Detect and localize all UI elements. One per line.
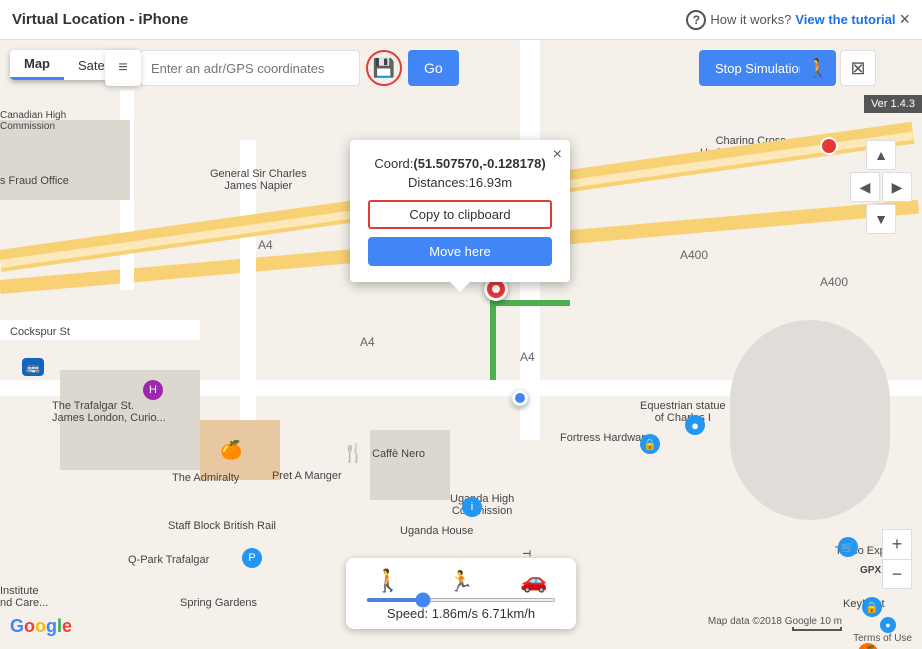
zoom-controls: + − <box>882 529 912 589</box>
a4-label-1: A4 <box>258 238 273 252</box>
info-icon-1: i <box>462 497 482 517</box>
coordinate-input[interactable] <box>140 50 360 86</box>
speed-icons: 🚶 🏃 🚗 <box>366 568 556 594</box>
go-button[interactable]: Go <box>408 50 459 86</box>
zoom-out-button[interactable]: − <box>882 559 912 589</box>
nav-arrows: ▲ ◀ ▶ ▼ <box>850 140 912 234</box>
version-badge: Ver 1.4.3 <box>864 95 922 113</box>
zoom-in-button[interactable]: + <box>882 529 912 559</box>
shopping-icon: 🛒 <box>838 537 858 557</box>
view-tutorial-link[interactable]: View the tutorial <box>795 12 895 27</box>
popup-distance: Distances:16.93m <box>368 175 552 190</box>
parking-icon-1: P <box>242 548 262 568</box>
pin-blue-1 <box>510 388 530 408</box>
run-icon: 🏃 <box>449 569 474 594</box>
a400-label-2: A400 <box>820 275 848 289</box>
copy-to-clipboard-button[interactable]: Copy to clipboard <box>368 200 552 229</box>
uganda-label: Uganda HighCommission <box>450 493 514 517</box>
tube-icon <box>820 137 838 155</box>
staff-block-label: Staff Block British Rail <box>168 520 276 532</box>
qpark-label: Q-Park Trafalgar <box>128 554 209 566</box>
car-icon: 🚗 <box>520 568 547 594</box>
popup-arrow <box>450 282 470 292</box>
map-action-buttons: 🚶 ⊠ <box>800 50 876 86</box>
scale-line <box>792 627 842 631</box>
save-button[interactable]: 💾 <box>366 50 402 86</box>
general-napier-label: General Sir CharlesJames Napier <box>210 168 307 192</box>
lock-icon: 🔒 <box>862 597 882 617</box>
move-here-button[interactable]: Move here <box>368 237 552 266</box>
map-area[interactable]: A4 A4 A4 A400 A400 Charing CrossUndergro… <box>0 40 922 649</box>
gpx-label: GPX <box>860 565 881 576</box>
speed-slider-row <box>366 598 556 602</box>
walk-icon: 🚶 <box>374 568 401 594</box>
street-view-button[interactable]: 🚶 <box>800 50 836 86</box>
layers-icon: ≡ <box>118 59 127 77</box>
title-bar: Virtual Location - iPhone ? How it works… <box>0 0 922 40</box>
fortress-label: Fortress Hardware <box>560 432 651 444</box>
help-icon: ? <box>686 10 706 30</box>
scale-bar: Map data ©2018 Google 10 m <box>708 616 842 631</box>
equestrian-label: Equestrian statueof Charles I <box>640 400 726 424</box>
terms-link[interactable]: Terms of Use <box>853 633 912 644</box>
a4-label-2: A4 <box>360 335 375 349</box>
help-section: ? How it works? View the tutorial × <box>686 9 910 30</box>
food-icon-1: 🍊 <box>220 440 242 461</box>
blue-pin-2: ● <box>685 415 705 435</box>
google-logo: Google <box>10 616 72 637</box>
food-icon-2: 🍴 <box>342 443 364 464</box>
fortress-icon: 🔒 <box>640 434 660 454</box>
speed-slider[interactable] <box>366 598 556 602</box>
search-bar: 💾 Go <box>140 50 459 86</box>
nav-up-arrow[interactable]: ▲ <box>866 140 896 170</box>
a400-label-1: A400 <box>680 248 708 262</box>
save-icon: 💾 <box>373 58 395 79</box>
hotel-icon: H <box>143 380 163 400</box>
institute-label: Institutend Care... <box>0 585 48 609</box>
small-pin: ● <box>880 617 896 633</box>
info-popup: × Coord:(51.507570,-0.128178) Distances:… <box>350 140 570 282</box>
map-tab[interactable]: Map <box>10 50 64 80</box>
layers-menu-btn[interactable]: ≡ <box>105 50 141 86</box>
uganda-house-label: Uganda House <box>400 525 473 537</box>
scale-text: Map data ©2018 Google 10 m <box>708 616 842 627</box>
speed-bar: 🚶 🏃 🚗 Speed: 1.86m/s 6.71km/h <box>346 558 576 629</box>
popup-close-button[interactable]: × <box>553 146 562 164</box>
pret-label: Pret A Manger <box>272 470 342 482</box>
nav-left-arrow[interactable]: ◀ <box>850 172 880 202</box>
close-button[interactable]: × <box>899 9 910 30</box>
app-title: Virtual Location - iPhone <box>12 11 188 28</box>
spring-gardens-label: Spring Gardens <box>180 597 257 609</box>
share-button[interactable]: ⊠ <box>840 50 876 86</box>
bus-icon: 🚌 <box>22 358 44 376</box>
nav-down-arrow[interactable]: ▼ <box>866 204 896 234</box>
nav-right-arrow[interactable]: ▶ <box>882 172 912 202</box>
popup-coord: Coord:(51.507570,-0.128178) <box>368 156 552 171</box>
speed-text: Speed: 1.86m/s 6.71km/h <box>387 606 535 621</box>
how-it-works-text: How it works? <box>710 12 791 27</box>
